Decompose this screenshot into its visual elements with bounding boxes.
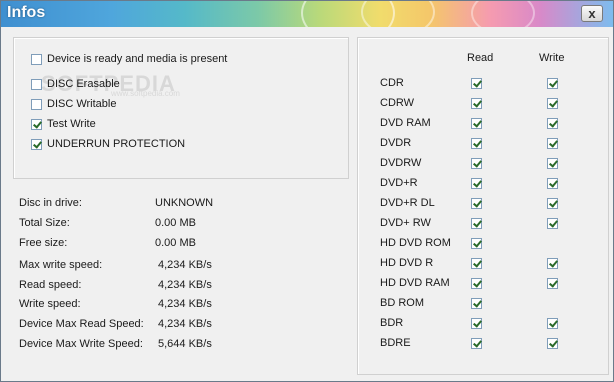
media-type-label: DVDRW	[380, 157, 422, 169]
info-label: Max write speed:	[19, 259, 103, 271]
media-type-label: DVDR	[380, 137, 412, 149]
media-type-label: BDR	[380, 317, 404, 329]
status-checkbox[interactable]	[31, 99, 42, 110]
media-type-label: DVD+R DL	[380, 197, 435, 209]
info-value: 4,234 KB/s	[158, 298, 212, 310]
write-checkbox[interactable]	[547, 158, 558, 169]
read-checkbox[interactable]	[471, 258, 482, 269]
read-checkbox[interactable]	[471, 278, 482, 289]
write-checkbox[interactable]	[547, 318, 558, 329]
media-type-label: HD DVD RAM	[380, 277, 450, 289]
write-checkbox[interactable]	[547, 338, 558, 349]
media-type-label: DVD+R	[380, 177, 418, 189]
read-checkbox[interactable]	[471, 138, 482, 149]
write-checkbox[interactable]	[547, 278, 558, 289]
write-checkbox[interactable]	[547, 78, 558, 89]
media-type-label: CDR	[380, 77, 404, 89]
info-value: 0.00 MB	[155, 237, 196, 249]
status-label: UNDERRUN PROTECTION	[47, 138, 186, 150]
read-checkbox[interactable]	[471, 98, 482, 109]
status-checkbox[interactable]	[31, 54, 42, 65]
write-checkbox[interactable]	[547, 138, 558, 149]
info-label: Disc in drive:	[19, 197, 82, 209]
watermark-url: www.softpedia.com	[111, 89, 180, 98]
read-checkbox[interactable]	[471, 218, 482, 229]
info-value: 4,234 KB/s	[158, 318, 212, 330]
window-title: Infos	[7, 4, 46, 21]
info-label: Write speed:	[19, 298, 81, 310]
close-button[interactable]: x	[581, 5, 603, 22]
media-type-label: HD DVD R	[380, 257, 434, 269]
status-label: Device is ready and media is present	[47, 53, 228, 65]
infos-window: Infos x SOFTPEDIA www.softpedia.com Devi…	[0, 0, 614, 382]
read-checkbox[interactable]	[471, 298, 482, 309]
read-column-header: Read	[467, 52, 494, 64]
info-value: 4,234 KB/s	[158, 279, 212, 291]
info-label: Total Size:	[19, 217, 70, 229]
read-checkbox[interactable]	[471, 158, 482, 169]
write-checkbox[interactable]	[547, 98, 558, 109]
info-label: Read speed:	[19, 279, 82, 291]
write-checkbox[interactable]	[547, 198, 558, 209]
info-value: UNKNOWN	[155, 197, 214, 209]
status-label: DISC Erasable	[47, 78, 120, 90]
read-checkbox[interactable]	[471, 338, 482, 349]
status-label: Test Write	[47, 118, 96, 130]
title-bar[interactable]: Infos x	[1, 1, 613, 27]
status-checkbox[interactable]	[31, 79, 42, 90]
write-checkbox[interactable]	[547, 258, 558, 269]
status-label: DISC Writable	[47, 98, 117, 110]
info-value: 4,234 KB/s	[158, 259, 212, 271]
write-checkbox[interactable]	[547, 178, 558, 189]
write-checkbox[interactable]	[547, 118, 558, 129]
info-label: Free size:	[19, 237, 68, 249]
read-checkbox[interactable]	[471, 118, 482, 129]
media-type-label: DVD RAM	[380, 117, 431, 129]
media-type-label: HD DVD ROM	[380, 237, 451, 249]
title-decoration	[471, 1, 535, 27]
read-checkbox[interactable]	[471, 238, 482, 249]
title-decoration	[361, 1, 435, 27]
status-checkbox[interactable]	[31, 139, 42, 150]
read-checkbox[interactable]	[471, 78, 482, 89]
info-value: 5,644 KB/s	[158, 338, 212, 350]
media-type-label: CDRW	[380, 97, 415, 109]
media-type-label: BD ROM	[380, 297, 424, 309]
media-type-label: DVD+ RW	[380, 217, 431, 229]
info-label: Device Max Write Speed:	[19, 338, 143, 350]
media-type-label: BDRE	[380, 337, 411, 349]
info-value: 0.00 MB	[155, 217, 196, 229]
read-checkbox[interactable]	[471, 198, 482, 209]
write-column-header: Write	[539, 52, 565, 64]
read-checkbox[interactable]	[471, 318, 482, 329]
status-checkbox[interactable]	[31, 119, 42, 130]
read-checkbox[interactable]	[471, 178, 482, 189]
write-checkbox[interactable]	[547, 218, 558, 229]
info-label: Device Max Read Speed:	[19, 318, 144, 330]
